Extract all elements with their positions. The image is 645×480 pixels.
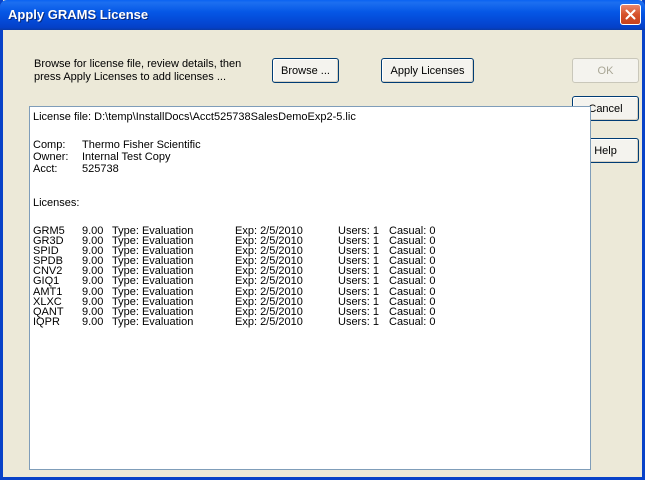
title-bar[interactable]: Apply GRAMS License: [0, 0, 645, 30]
owner-value: Internal Test Copy: [82, 151, 171, 163]
window-title: Apply GRAMS License: [8, 7, 149, 22]
license-users: Users: 1: [338, 315, 379, 328]
close-button[interactable]: [620, 4, 641, 25]
license-type: Type: Evaluation: [112, 315, 194, 328]
comp-value: Thermo Fisher Scientific: [82, 139, 201, 151]
licenses-label: Licenses:: [33, 197, 80, 209]
comp-label: Comp:: [33, 139, 66, 151]
license-version: 9.00: [82, 315, 104, 328]
close-icon: [625, 9, 636, 20]
owner-label: Owner:: [33, 151, 69, 163]
dialog-window: Apply GRAMS License Browse for license f…: [0, 0, 645, 480]
license-file-path: License file: D:\temp\InstallDocs\Acct52…: [33, 111, 356, 123]
apply-licenses-button[interactable]: Apply Licenses: [381, 58, 474, 83]
ok-button[interactable]: OK: [572, 58, 639, 83]
acct-value: 525738: [82, 163, 119, 175]
instructions-text: Browse for license file, review details,…: [34, 58, 242, 83]
license-code: IQPR: [33, 315, 60, 328]
license-casual: Casual: 0: [389, 315, 436, 328]
license-details-textbox[interactable]: License file: D:\temp\InstallDocs\Acct52…: [29, 106, 591, 470]
browse-button[interactable]: Browse ...: [272, 58, 339, 83]
acct-label: Acct:: [33, 163, 58, 175]
license-exp: Exp: 2/5/2010: [235, 315, 303, 328]
